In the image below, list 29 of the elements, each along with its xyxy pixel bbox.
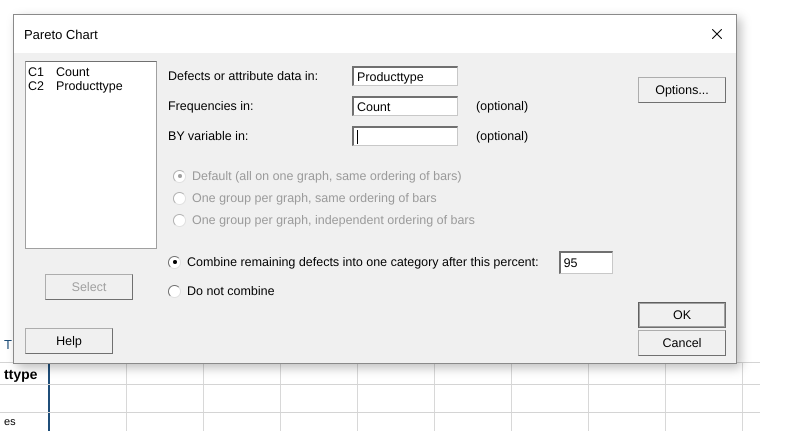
option-label: Do not combine bbox=[187, 284, 275, 298]
options-button[interactable]: Options... bbox=[638, 77, 726, 103]
row-label: es bbox=[4, 416, 16, 428]
option-label: Combine remaining defects into one category after this percent: bbox=[187, 255, 539, 269]
field-label: Frequencies in: bbox=[168, 99, 254, 113]
percent-field[interactable]: 95 bbox=[558, 250, 613, 274]
radio-button[interactable] bbox=[168, 284, 181, 298]
optional-note: (optional) bbox=[476, 129, 528, 143]
radio-button[interactable] bbox=[168, 256, 181, 268]
column-id: C1 bbox=[28, 65, 44, 79]
window-title: Pareto Chart bbox=[24, 26, 98, 42]
column-header: ttype bbox=[4, 366, 38, 382]
column-name[interactable]: Producttype bbox=[56, 79, 123, 93]
column-id: C2 bbox=[28, 79, 44, 93]
cancel-button[interactable]: Cancel bbox=[638, 330, 726, 356]
input-field[interactable]: Count bbox=[352, 96, 458, 116]
field-label: BY variable in: bbox=[168, 129, 250, 143]
option-label: One group per graph, same ordering of bars bbox=[192, 191, 437, 205]
ok-button[interactable]: OK bbox=[638, 302, 726, 328]
column-name[interactable]: Count bbox=[56, 65, 90, 79]
input-field[interactable]: Producttype bbox=[352, 66, 458, 86]
option-label: Default (all on one graph, same ordering of bars) bbox=[192, 169, 462, 183]
optional-note: (optional) bbox=[476, 99, 528, 113]
field-label: Defects or attribute data in: bbox=[168, 69, 320, 83]
help-button[interactable]: Help bbox=[25, 328, 113, 354]
column-list[interactable]: C1 Count C2 Producttype bbox=[25, 61, 157, 249]
input-field[interactable] bbox=[352, 126, 458, 146]
column-label: T bbox=[4, 337, 12, 354]
option-label: One group per graph, independent ordering of bars bbox=[192, 213, 475, 227]
